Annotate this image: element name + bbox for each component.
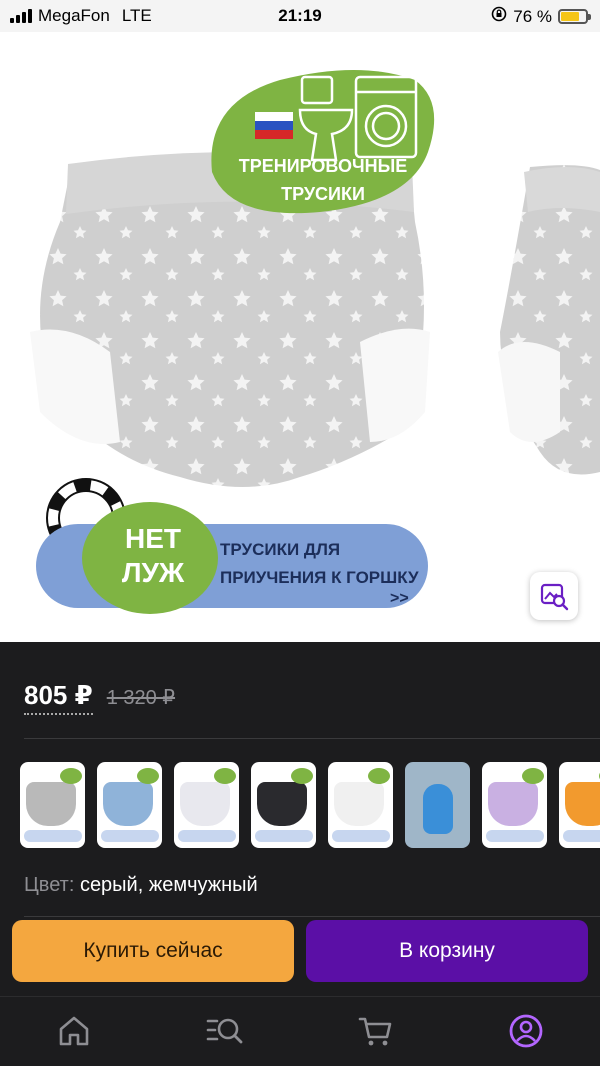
variant-thumbnail[interactable] <box>251 762 316 848</box>
share-icon <box>551 55 577 89</box>
buy-now-button[interactable]: Купить сейчас <box>12 920 294 982</box>
variant-thumbnail[interactable] <box>20 762 85 848</box>
circle-line-2: ЛУЖ <box>121 557 185 588</box>
variant-thumbnail[interactable] <box>405 762 470 848</box>
thumbnail-banner <box>101 830 159 842</box>
add-to-cart-button[interactable]: В корзину <box>306 920 588 982</box>
status-bar: MegaFon LTE 21:19 76 % <box>0 0 600 32</box>
old-price: 1 320 ₽ <box>106 687 176 709</box>
thumbnail-product <box>257 782 307 826</box>
thumbnail-banner <box>24 830 82 842</box>
badge-line-1: ТРЕНИРОВОЧНЫЕ <box>238 156 408 176</box>
status-bar-right: 76 % <box>491 6 591 27</box>
variant-thumbnails <box>20 762 600 848</box>
thumbnail-banner <box>563 830 600 842</box>
thumbnail-badge <box>214 768 236 784</box>
color-row: Цвет: серый, жемчужный <box>24 874 258 897</box>
child-photo <box>423 784 453 834</box>
divider <box>24 916 600 917</box>
tab-catalog[interactable] <box>203 1009 247 1053</box>
thumbnail-banner <box>255 830 313 842</box>
thumbnail-badge <box>522 768 544 784</box>
color-label: Цвет: <box>24 874 75 896</box>
chevron-left-icon <box>27 55 45 89</box>
promo-banner-text: ТРУСИКИ ДЛЯ ПРИУЧЕНИЯ К ГОРШКУ <box>220 536 419 592</box>
banner-line-1: ТРУСИКИ ДЛЯ <box>220 540 341 559</box>
current-price[interactable]: 805 ₽ <box>24 680 93 715</box>
divider <box>24 738 600 739</box>
thumbnail-product <box>488 782 538 826</box>
tab-profile[interactable] <box>504 1009 548 1053</box>
thumbnail-product <box>334 782 384 826</box>
thumbnail-banner <box>332 830 390 842</box>
thumbnail-banner <box>486 830 544 842</box>
product-badge-text: ТРЕНИРОВОЧНЫЕ ТРУСИКИ <box>228 152 418 208</box>
catalog-search-icon <box>206 1018 243 1044</box>
back-button[interactable] <box>14 50 58 94</box>
thumbnail-product <box>103 782 153 826</box>
profile-icon <box>509 1014 543 1048</box>
badge-line-2: ТРУСИКИ <box>281 184 365 204</box>
tab-cart[interactable] <box>354 1009 398 1053</box>
variant-thumbnail[interactable] <box>97 762 162 848</box>
battery-percent: 76 % <box>513 6 552 26</box>
price-row: 805 ₽ 1 320 ₽ <box>24 680 175 715</box>
heart-icon <box>474 56 510 87</box>
variant-thumbnail[interactable] <box>559 762 600 848</box>
variant-thumbnail[interactable] <box>482 762 547 848</box>
thumbnail-badge <box>368 768 390 784</box>
cart-icon <box>358 1017 392 1046</box>
rotation-lock-icon <box>491 6 507 27</box>
thumbnail-badge <box>60 768 82 784</box>
thumbnail-badge <box>291 768 313 784</box>
circle-line-1: НЕТ <box>125 523 181 554</box>
color-value: серый, жемчужный <box>79 874 258 896</box>
favorite-button[interactable] <box>470 50 514 94</box>
promo-circle-text: НЕТ ЛУЖ <box>98 522 208 590</box>
image-search-icon <box>540 583 569 611</box>
thumbnail-product <box>26 782 76 826</box>
thumbnail-badge <box>137 768 159 784</box>
variant-thumbnail[interactable] <box>174 762 239 848</box>
thumbnail-banner <box>178 830 236 842</box>
banner-arrows: >> <box>390 590 409 607</box>
battery-icon <box>558 9 591 24</box>
home-icon <box>59 1016 89 1046</box>
image-search-button[interactable] <box>530 572 578 620</box>
thumbnail-product <box>565 782 600 826</box>
banner-line-2: ПРИУЧЕНИЯ К ГОРШКУ <box>220 568 419 587</box>
share-button[interactable] <box>542 50 586 94</box>
thumbnail-product <box>180 782 230 826</box>
tab-bar <box>0 996 600 1066</box>
product-gallery[interactable]: ТРЕНИРОВОЧНЫЕ ТРУСИКИ НЕТ ЛУЖ ТРУСИКИ ДЛ… <box>0 32 600 642</box>
variant-thumbnail[interactable] <box>328 762 393 848</box>
tab-home[interactable] <box>52 1009 96 1053</box>
